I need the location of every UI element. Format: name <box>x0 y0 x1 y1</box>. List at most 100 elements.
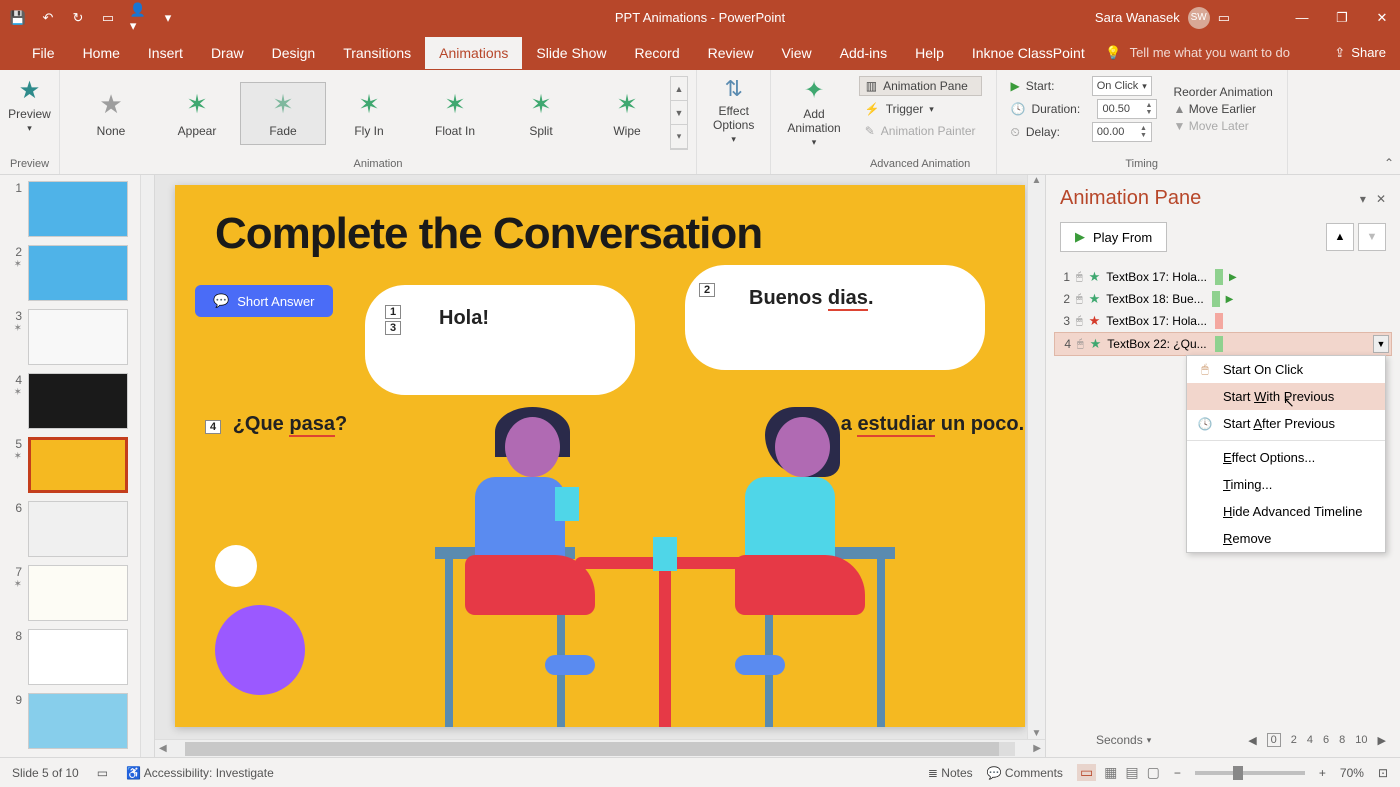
slide-thumb-9[interactable]: 9 <box>0 687 154 751</box>
anim-wipe[interactable]: ✶Wipe <box>584 82 670 145</box>
slideshow-icon[interactable]: ▭ <box>100 10 116 26</box>
fit-slide-icon[interactable]: ⊡ <box>1378 766 1388 780</box>
tell-me-search[interactable]: 💡 Tell me what you want to do <box>1105 45 1290 61</box>
zoom-out-button[interactable]: − <box>1174 766 1181 780</box>
tab-review[interactable]: Review <box>694 37 768 69</box>
slide-thumb-1[interactable]: 1 <box>0 175 154 239</box>
share-icon: ⇪ <box>1334 45 1345 61</box>
duration-input[interactable]: 00.50▲▼ <box>1097 99 1157 119</box>
star-icon: ★ <box>1089 313 1101 329</box>
effect-options-button[interactable]: ⇅ Effect Options ▾ <box>703 72 764 149</box>
tab-draw[interactable]: Draw <box>197 37 258 69</box>
save-icon[interactable]: 💾 <box>10 10 26 26</box>
slide-thumb-3[interactable]: 3✶ <box>0 303 154 367</box>
group-effect-options: ⇅ Effect Options ▾ <box>697 70 771 174</box>
thumb-scrollbar[interactable] <box>140 175 154 757</box>
slide-thumb-7[interactable]: 7✶ <box>0 559 154 623</box>
tab-classpoint[interactable]: Inknoe ClassPoint <box>958 37 1099 69</box>
anim-split[interactable]: ✶Split <box>498 82 584 145</box>
start-dropdown[interactable]: On Click▾ <box>1092 76 1152 96</box>
slide-thumb-2[interactable]: 2✶ <box>0 239 154 303</box>
reading-view-icon[interactable]: ▤ <box>1125 764 1138 781</box>
tab-insert[interactable]: Insert <box>134 37 197 69</box>
accessibility-icon: ♿ <box>126 766 141 780</box>
menu-remove[interactable]: Remove <box>1187 525 1385 552</box>
anim-appear[interactable]: ✶Appear <box>154 82 240 145</box>
ribbon-display-icon[interactable]: ▭ <box>1218 10 1230 26</box>
gallery-scroll[interactable]: ▲▼▾ <box>670 76 688 150</box>
anim-item-2[interactable]: 2🖱★TextBox 18: Bue...▶ <box>1054 288 1392 310</box>
slide-thumb-4[interactable]: 4✶ <box>0 367 154 431</box>
tab-help[interactable]: Help <box>901 37 958 69</box>
view-options-icon[interactable]: ▭ <box>97 766 108 780</box>
comments-button[interactable]: 💬 Comments <box>987 766 1063 780</box>
user-name: Sara Wanasek <box>1095 10 1180 25</box>
menu-start-on-click[interactable]: 🖱Start On Click <box>1187 356 1385 383</box>
short-answer-badge[interactable]: 💬 Short Answer <box>195 285 333 317</box>
move-later-button: ▼ Move Later <box>1173 119 1272 133</box>
tab-view[interactable]: View <box>768 37 826 69</box>
canvas-scrollbar-horizontal[interactable]: ◀▶ <box>155 739 1045 757</box>
zoom-slider[interactable] <box>1195 771 1305 775</box>
accessibility-status[interactable]: ♿ Accessibility: Investigate <box>126 766 274 780</box>
tab-design[interactable]: Design <box>258 37 330 69</box>
slide-counter[interactable]: Slide 5 of 10 <box>12 766 79 780</box>
qat-more-icon[interactable]: ▾ <box>160 10 176 26</box>
restore-icon[interactable]: ❐ <box>1334 10 1350 26</box>
animation-pane-button[interactable]: ▥Animation Pane <box>859 76 982 96</box>
menu-hide-timeline[interactable]: Hide Advanced Timeline <box>1187 498 1385 525</box>
anim-fade[interactable]: ✶Fade <box>240 82 326 145</box>
redo-icon[interactable]: ↻ <box>70 10 86 26</box>
user-area[interactable]: Sara Wanasek SW ▭ <box>1095 7 1230 29</box>
minimize-icon[interactable]: — <box>1294 10 1310 26</box>
clock-icon: 🕓 <box>1011 102 1026 116</box>
anim-floatin[interactable]: ✶Float In <box>412 82 498 145</box>
preview-button[interactable]: ★ Preview ▾ <box>8 72 51 134</box>
add-animation-button[interactable]: ✦ Add Animation ▾ <box>777 72 850 152</box>
close-icon[interactable]: ✕ <box>1374 10 1390 26</box>
timeline-ticks[interactable]: ◀ 0 2 4 6 8 10 ▶ <box>1248 733 1386 747</box>
collapse-ribbon-icon[interactable]: ⌃ <box>1384 156 1394 170</box>
menu-effect-options[interactable]: Effect Options... <box>1187 444 1385 471</box>
slide-thumb-8[interactable]: 8 <box>0 623 154 687</box>
slideshow-view-icon[interactable]: ▢ <box>1147 764 1160 781</box>
pane-options-icon[interactable]: ▾ <box>1360 192 1366 206</box>
tab-transitions[interactable]: Transitions <box>329 37 425 69</box>
anim-item-4[interactable]: 4🖱★TextBox 22: ¿Qu...▼ <box>1054 332 1392 356</box>
tab-addins[interactable]: Add-ins <box>826 37 901 69</box>
zoom-in-button[interactable]: + <box>1319 766 1326 780</box>
undo-icon[interactable]: ↶ <box>40 10 56 26</box>
anim-none[interactable]: ★None <box>68 82 154 145</box>
menu-start-with-previous[interactable]: Start With Previous <box>1187 383 1385 410</box>
menu-start-after-previous[interactable]: 🕓Start After Previous <box>1187 410 1385 437</box>
menu-timing[interactable]: Timing... <box>1187 471 1385 498</box>
move-up-button[interactable]: ▲ <box>1326 223 1354 251</box>
normal-view-icon[interactable]: ▭ <box>1077 764 1096 781</box>
play-from-button[interactable]: ▶Play From <box>1060 222 1167 252</box>
canvas-scrollbar-vertical[interactable]: ▲▼ <box>1027 175 1045 739</box>
tab-home[interactable]: Home <box>69 37 134 69</box>
pane-close-icon[interactable]: ✕ <box>1376 192 1386 206</box>
tab-slideshow[interactable]: Slide Show <box>522 37 620 69</box>
tab-record[interactable]: Record <box>620 37 693 69</box>
anim-flyin[interactable]: ✶Fly In <box>326 82 412 145</box>
tab-animations[interactable]: Animations <box>425 37 522 69</box>
sorter-view-icon[interactable]: ▦ <box>1104 764 1117 781</box>
anim-tag: 3 <box>385 321 401 335</box>
slide-thumb-6[interactable]: 6 <box>0 495 154 559</box>
slide-thumb-5[interactable]: 5✶ <box>0 431 154 495</box>
item-dropdown-icon[interactable]: ▼ <box>1373 335 1389 353</box>
move-earlier-button[interactable]: ▲ Move Earlier <box>1173 102 1272 116</box>
anim-item-1[interactable]: 1🖱★TextBox 17: Hola...▶ <box>1054 266 1392 288</box>
trigger-button[interactable]: ⚡Trigger▾ <box>859 100 982 118</box>
tab-file[interactable]: File <box>18 37 69 69</box>
slide-canvas[interactable]: Complete the Conversation 💬 Short Answer… <box>175 185 1025 727</box>
touch-icon[interactable]: 👤▾ <box>130 10 146 26</box>
timeline-seconds-label[interactable]: Seconds▾ <box>1096 733 1151 747</box>
mouse-icon: 🖱 <box>1076 293 1083 306</box>
anim-item-3[interactable]: 3🖱★TextBox 17: Hola... <box>1054 310 1392 332</box>
notes-button[interactable]: ≣ Notes <box>928 766 973 780</box>
share-button[interactable]: ⇪ Share <box>1334 45 1386 61</box>
delay-input[interactable]: 00.00▲▼ <box>1092 122 1152 142</box>
zoom-level[interactable]: 70% <box>1340 766 1364 780</box>
